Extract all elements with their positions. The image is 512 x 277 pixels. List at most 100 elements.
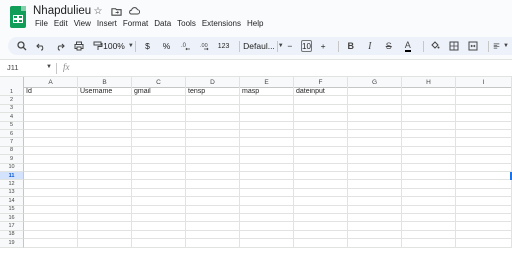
column-header-i[interactable]: I bbox=[456, 77, 512, 88]
menu-tools[interactable]: Tools bbox=[174, 19, 199, 28]
cell-i13[interactable] bbox=[456, 188, 512, 198]
cell-d6[interactable] bbox=[186, 130, 240, 139]
column-header-h[interactable]: H bbox=[402, 77, 456, 88]
cell-e13[interactable] bbox=[240, 188, 294, 198]
cell-b7[interactable] bbox=[78, 138, 132, 147]
cell-d10[interactable] bbox=[186, 163, 240, 172]
cell-d3[interactable] bbox=[186, 104, 240, 114]
cell-g14[interactable] bbox=[348, 197, 402, 206]
cell-a16[interactable] bbox=[24, 214, 78, 223]
cell-c17[interactable] bbox=[132, 222, 186, 231]
cell-c12[interactable] bbox=[132, 180, 186, 189]
cell-e8[interactable] bbox=[240, 146, 294, 156]
menu-extensions[interactable]: Extensions bbox=[199, 19, 244, 28]
cell-g18[interactable] bbox=[348, 230, 402, 240]
cell-a3[interactable] bbox=[24, 104, 78, 114]
strikethrough-button[interactable]: S bbox=[381, 38, 397, 54]
cell-h5[interactable] bbox=[402, 121, 456, 130]
cell-f9[interactable] bbox=[294, 155, 348, 164]
cell-f12[interactable] bbox=[294, 180, 348, 189]
cell-c13[interactable] bbox=[132, 188, 186, 198]
cell-h12[interactable] bbox=[402, 180, 456, 189]
cell-c3[interactable] bbox=[132, 104, 186, 114]
cell-a9[interactable] bbox=[24, 155, 78, 164]
cell-e9[interactable] bbox=[240, 155, 294, 164]
cell-f11[interactable] bbox=[294, 172, 348, 181]
borders-icon[interactable] bbox=[446, 38, 462, 54]
cell-g5[interactable] bbox=[348, 121, 402, 130]
cell-d9[interactable] bbox=[186, 155, 240, 164]
cell-a10[interactable] bbox=[24, 163, 78, 172]
menu-format[interactable]: Format bbox=[120, 19, 151, 28]
cell-g15[interactable] bbox=[348, 205, 402, 214]
cell-c16[interactable] bbox=[132, 214, 186, 223]
search-menus-icon[interactable] bbox=[14, 38, 30, 54]
cell-h9[interactable] bbox=[402, 155, 456, 164]
cell-h8[interactable] bbox=[402, 146, 456, 156]
cell-e19[interactable] bbox=[240, 239, 294, 248]
cell-a1[interactable]: Id bbox=[24, 88, 78, 97]
row-header[interactable]: 17 bbox=[0, 222, 24, 231]
cell-f6[interactable] bbox=[294, 130, 348, 139]
cell-a2[interactable] bbox=[24, 96, 78, 105]
cell-c9[interactable] bbox=[132, 155, 186, 164]
cell-h16[interactable] bbox=[402, 214, 456, 223]
cell-c15[interactable] bbox=[132, 205, 186, 214]
cell-i14[interactable] bbox=[456, 197, 512, 206]
cell-a19[interactable] bbox=[24, 239, 78, 248]
cell-g12[interactable] bbox=[348, 180, 402, 189]
cell-e1[interactable]: masp bbox=[240, 88, 294, 97]
cell-i4[interactable] bbox=[456, 113, 512, 122]
format-currency-button[interactable]: $ bbox=[140, 38, 156, 54]
cell-g6[interactable] bbox=[348, 130, 402, 139]
move-to-folder-icon[interactable] bbox=[110, 5, 122, 17]
cell-g9[interactable] bbox=[348, 155, 402, 164]
cell-f13[interactable] bbox=[294, 188, 348, 198]
cell-a14[interactable] bbox=[24, 197, 78, 206]
cell-c8[interactable] bbox=[132, 146, 186, 156]
cell-e12[interactable] bbox=[240, 180, 294, 189]
cell-c4[interactable] bbox=[132, 113, 186, 122]
cell-f17[interactable] bbox=[294, 222, 348, 231]
cell-g7[interactable] bbox=[348, 138, 402, 147]
cell-i3[interactable] bbox=[456, 104, 512, 114]
cell-f4[interactable] bbox=[294, 113, 348, 122]
cell-d16[interactable] bbox=[186, 214, 240, 223]
cell-i10[interactable] bbox=[456, 163, 512, 172]
cell-b4[interactable] bbox=[78, 113, 132, 122]
menu-file[interactable]: File bbox=[32, 19, 51, 28]
decrease-font-size-button[interactable]: − bbox=[282, 38, 298, 54]
merge-cells-icon[interactable] bbox=[465, 38, 481, 54]
cell-b11[interactable] bbox=[78, 172, 132, 181]
cell-i7[interactable] bbox=[456, 138, 512, 147]
font-size-input[interactable]: 10 bbox=[300, 40, 313, 52]
increase-decimal-icon[interactable]: .00 bbox=[197, 38, 213, 54]
cell-c19[interactable] bbox=[132, 239, 186, 248]
cell-f16[interactable] bbox=[294, 214, 348, 223]
cell-h4[interactable] bbox=[402, 113, 456, 122]
bold-button[interactable]: B bbox=[343, 38, 359, 54]
row-header[interactable]: 15 bbox=[0, 205, 24, 214]
column-header-e[interactable]: E bbox=[240, 77, 294, 88]
cell-d11[interactable] bbox=[186, 172, 240, 181]
cell-g13[interactable] bbox=[348, 188, 402, 198]
row-header[interactable]: 1 bbox=[0, 88, 24, 97]
cell-g10[interactable] bbox=[348, 163, 402, 172]
cell-g4[interactable] bbox=[348, 113, 402, 122]
cell-g2[interactable] bbox=[348, 96, 402, 105]
cell-e3[interactable] bbox=[240, 104, 294, 114]
cell-g16[interactable] bbox=[348, 214, 402, 223]
row-header[interactable]: 12 bbox=[0, 180, 24, 189]
cell-a18[interactable] bbox=[24, 230, 78, 240]
column-header-g[interactable]: G bbox=[348, 77, 402, 88]
cell-f1[interactable]: dateinput bbox=[294, 88, 348, 97]
italic-button[interactable]: I bbox=[362, 38, 378, 54]
cell-a7[interactable] bbox=[24, 138, 78, 147]
cell-c14[interactable] bbox=[132, 197, 186, 206]
cell-a17[interactable] bbox=[24, 222, 78, 231]
chevron-down-icon[interactable]: ▼ bbox=[46, 64, 52, 70]
cell-d19[interactable] bbox=[186, 239, 240, 248]
cell-c1[interactable]: gmail bbox=[132, 88, 186, 97]
cell-g19[interactable] bbox=[348, 239, 402, 248]
cell-h3[interactable] bbox=[402, 104, 456, 114]
